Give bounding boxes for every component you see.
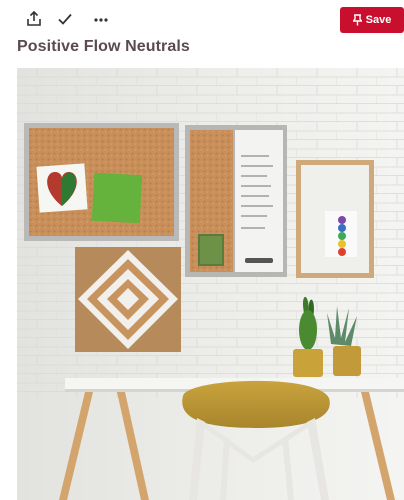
- save-label: Save: [365, 14, 392, 26]
- more-icon[interactable]: [89, 8, 113, 30]
- frame-right: [296, 160, 374, 278]
- pin-toolbar: Save: [0, 0, 404, 38]
- pin-icon: [352, 14, 362, 26]
- pin-image[interactable]: [17, 68, 404, 500]
- diamond-board: [75, 247, 181, 352]
- pin-title: Positive Flow Neutrals: [17, 38, 190, 55]
- corkboard-left: [24, 123, 179, 241]
- whiteboard-combo: [185, 125, 287, 277]
- save-button[interactable]: Save: [340, 7, 404, 33]
- share-icon[interactable]: [22, 8, 46, 30]
- check-icon[interactable]: [53, 8, 77, 30]
